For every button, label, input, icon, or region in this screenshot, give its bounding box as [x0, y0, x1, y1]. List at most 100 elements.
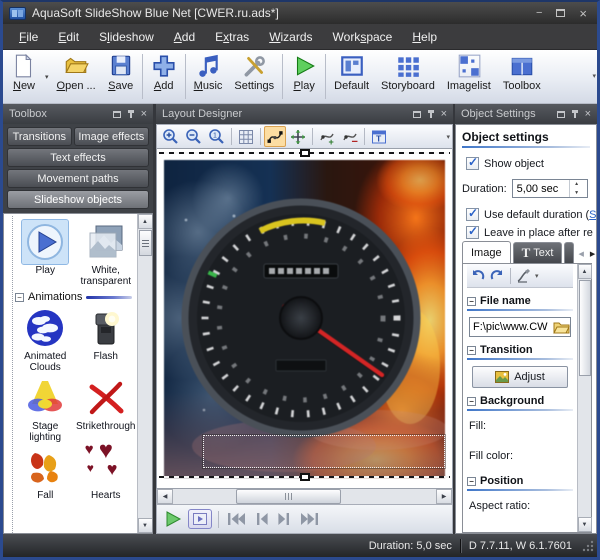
browse-folder-icon[interactable] — [553, 320, 570, 334]
music-button[interactable]: Music — [188, 51, 229, 102]
zoom-out-tool[interactable] — [183, 126, 205, 147]
close-button[interactable]: × — [579, 7, 587, 20]
selection-handle-bottom[interactable] — [299, 473, 310, 481]
move-path-tool[interactable] — [287, 126, 309, 147]
new-dropdown-arrow[interactable]: ▾ — [43, 73, 51, 81]
scroll-thumb[interactable] — [236, 489, 342, 504]
restore-icon[interactable] — [556, 110, 565, 118]
grid-tool[interactable] — [235, 126, 257, 147]
add-button[interactable]: Add — [145, 51, 183, 102]
undo-icon[interactable] — [470, 268, 486, 284]
scroll-left-button[interactable]: ◀ — [157, 489, 173, 504]
position-section-header[interactable]: − Position — [467, 475, 573, 487]
path-edit-tool[interactable] — [264, 126, 286, 147]
category-slideshow-objects[interactable]: Slideshow objects — [7, 190, 149, 209]
minimize-button[interactable]: − — [536, 7, 542, 19]
scroll-thumb[interactable] — [578, 280, 591, 376]
object-item-animated-clouds[interactable]: Animated Clouds — [15, 306, 76, 373]
duration-input[interactable] — [512, 180, 569, 197]
storyboard-button[interactable]: Storyboard — [375, 51, 441, 102]
preview-window-button[interactable] — [188, 509, 212, 529]
tab-scroll-left-icon[interactable]: ◀ — [578, 250, 583, 258]
object-item-fall[interactable]: Fall — [15, 445, 76, 501]
tab-partial[interactable] — [564, 242, 575, 263]
category-transitions[interactable]: Transitions — [7, 127, 72, 146]
animations-group-header[interactable]: − Animations — [15, 288, 136, 306]
scroll-up-button[interactable]: ▲ — [577, 264, 592, 279]
category-image-effects[interactable]: Image effects — [73, 127, 149, 146]
menu-file[interactable]: File — [9, 26, 48, 48]
toolbar-overflow-arrow[interactable]: ▾ — [592, 72, 596, 80]
scroll-right-button[interactable]: ▶ — [436, 489, 452, 504]
zoom-actual-tool[interactable]: 1 — [206, 126, 228, 147]
category-movement-paths[interactable]: Movement paths — [7, 169, 149, 188]
object-item-flash[interactable]: Flash — [76, 306, 137, 373]
transition-section-header[interactable]: − Transition — [467, 344, 573, 356]
use-default-duration-row[interactable]: ✓ Use default duration (S — [466, 208, 596, 221]
new-button[interactable]: New — [5, 51, 43, 102]
object-item-hearts[interactable]: ♥ ♥ ♥ ♥ Hearts — [76, 437, 137, 501]
slide-image-speedometer[interactable] — [164, 160, 445, 478]
file-name-section-header[interactable]: − File name — [467, 295, 573, 307]
menu-slideshow[interactable]: Slideshow — [89, 26, 164, 48]
menu-extras[interactable]: Extras — [205, 26, 259, 48]
close-icon[interactable]: × — [141, 108, 147, 120]
toolbox-button[interactable]: Toolbox — [497, 51, 547, 102]
menu-add[interactable]: Add — [164, 26, 205, 48]
open-button[interactable]: Open ... — [51, 51, 102, 102]
play-button[interactable]: Play — [285, 51, 323, 102]
file-name-input[interactable] — [470, 321, 553, 333]
collapse-icon[interactable]: − — [15, 292, 24, 302]
scroll-down-button[interactable]: ▼ — [577, 517, 592, 532]
default-workspace-button[interactable]: Default — [328, 51, 375, 102]
scroll-down-button[interactable]: ▼ — [137, 518, 152, 533]
adjust-button[interactable]: Adjust — [472, 366, 568, 388]
category-text-effects[interactable]: Text effects — [7, 148, 149, 167]
duration-spinner[interactable]: ▲ ▼ — [511, 179, 588, 198]
tab-image[interactable]: Image — [462, 241, 511, 263]
restore-icon[interactable] — [112, 110, 121, 118]
sign-tool-dropdown[interactable]: ▾ — [535, 272, 539, 280]
background-section-header[interactable]: − Background — [467, 395, 573, 407]
imagelist-button[interactable]: Imagelist — [441, 51, 497, 102]
close-icon[interactable]: × — [441, 108, 447, 120]
use-default-duration-checkbox[interactable]: ✓ — [466, 208, 479, 221]
preview-play-button[interactable] — [163, 508, 184, 530]
selection-handle-top[interactable] — [299, 149, 310, 157]
scroll-track[interactable] — [173, 489, 436, 504]
object-item-stage-lighting[interactable]: Stage lighting — [15, 376, 76, 443]
selection-rect[interactable] — [203, 435, 445, 468]
pin-icon[interactable] — [427, 109, 434, 118]
show-object-checkbox[interactable]: ✓ — [466, 157, 479, 170]
collapse-icon[interactable]: − — [467, 396, 476, 406]
close-icon[interactable]: × — [585, 108, 591, 120]
menu-workspace[interactable]: Workspace — [323, 26, 403, 48]
settings-button[interactable]: Settings — [228, 51, 280, 102]
menu-help[interactable]: Help — [402, 26, 447, 48]
redo-icon[interactable] — [489, 268, 505, 284]
tab-scroll-right-icon[interactable]: ▶ — [590, 250, 595, 258]
pin-icon[interactable] — [127, 109, 134, 118]
settings-scrollbar[interactable]: ▲ ▼ — [577, 264, 592, 532]
object-item-strikethrough[interactable]: Strikethrough — [76, 376, 137, 443]
tab-text[interactable]: T Text — [512, 242, 563, 263]
layout-canvas[interactable] — [156, 149, 453, 489]
zoom-in-tool[interactable] — [160, 126, 182, 147]
maximize-button[interactable] — [556, 9, 566, 17]
object-item-white-transparent[interactable]: White, transparent — [76, 220, 137, 287]
spin-down-icon[interactable]: ▼ — [570, 189, 584, 198]
settings-link[interactable]: S — [589, 209, 596, 221]
toolbox-scrollbar[interactable]: ▲ ▼ — [137, 214, 152, 533]
leave-in-place-row[interactable]: ✓ Leave in place after re — [466, 226, 596, 239]
show-object-row[interactable]: ✓ Show object — [466, 157, 596, 170]
add-path-point-tool[interactable]: + — [316, 126, 338, 147]
skip-end-button[interactable] — [298, 508, 321, 530]
remove-path-point-tool[interactable]: − — [339, 126, 361, 147]
previous-frame-button[interactable] — [252, 508, 271, 530]
sign-tool-icon[interactable] — [516, 268, 532, 284]
text-layout-tool[interactable]: T — [368, 126, 390, 147]
collapse-icon[interactable]: − — [467, 476, 476, 486]
designer-toolbar-overflow[interactable]: ▾ — [446, 133, 450, 141]
menu-wizards[interactable]: Wizards — [259, 26, 322, 48]
scroll-thumb[interactable] — [138, 230, 152, 256]
